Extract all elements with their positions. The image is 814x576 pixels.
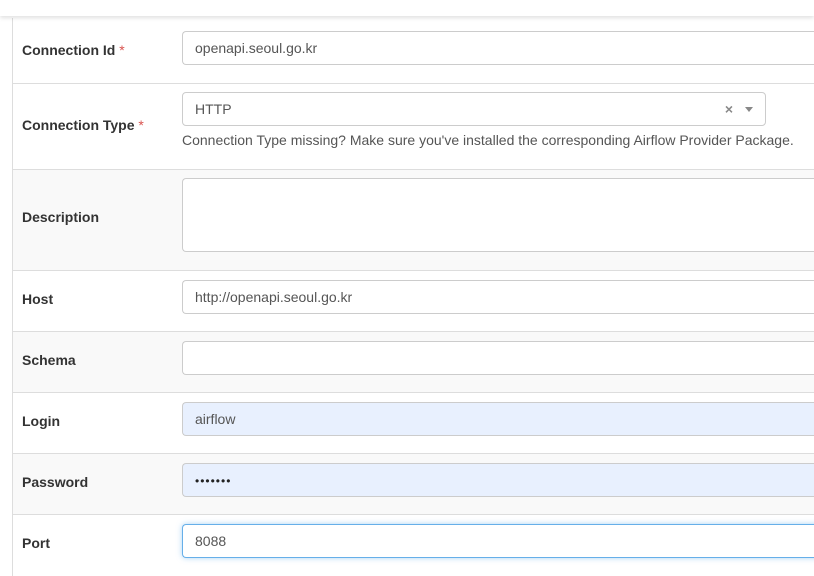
- schema-input[interactable]: [182, 341, 814, 375]
- clear-icon[interactable]: ×: [725, 93, 733, 125]
- password-label: Password: [22, 474, 89, 490]
- connection-type-selected-value: HTTP: [195, 101, 232, 117]
- chevron-down-icon[interactable]: [745, 107, 753, 112]
- host-label: Host: [22, 291, 54, 307]
- form-row-login: Login airflow: [13, 393, 814, 454]
- connection-type-help-text: Connection Type missing? Make sure you'v…: [182, 132, 794, 148]
- port-input[interactable]: 8088: [182, 524, 814, 558]
- required-marker: *: [138, 117, 144, 133]
- login-value: airflow: [195, 411, 236, 427]
- form-row-password: Password •••••••: [13, 454, 814, 515]
- form-row-connection-id: Connection Id * openapi.seoul.go.kr: [13, 18, 814, 84]
- connection-type-label-text: Connection Type: [22, 117, 135, 133]
- form-row-description: Description: [13, 170, 814, 271]
- required-marker: *: [119, 42, 125, 58]
- login-input[interactable]: airflow: [182, 402, 814, 436]
- connection-id-value: openapi.seoul.go.kr: [195, 40, 318, 56]
- connection-id-label-text: Connection Id: [22, 42, 116, 58]
- connection-form: Connection Id * openapi.seoul.go.kr Conn…: [12, 18, 814, 576]
- connection-id-input[interactable]: openapi.seoul.go.kr: [182, 31, 814, 65]
- login-label: Login: [22, 413, 61, 429]
- description-label: Description: [22, 209, 100, 225]
- port-value: 8088: [195, 533, 227, 549]
- form-row-port: Port 8088: [13, 515, 814, 576]
- password-input[interactable]: •••••••: [182, 463, 814, 497]
- connection-type-label: Connection Type *: [22, 117, 144, 133]
- description-textarea[interactable]: [182, 178, 814, 252]
- port-label: Port: [22, 535, 50, 551]
- password-value: •••••••: [195, 474, 232, 488]
- form-row-connection-type: Connection Type * HTTP × Connection Type…: [13, 84, 814, 170]
- schema-label: Schema: [22, 352, 76, 368]
- form-row-schema: Schema: [13, 332, 814, 393]
- host-input[interactable]: http://openapi.seoul.go.kr: [182, 280, 814, 314]
- form-row-host: Host http://openapi.seoul.go.kr: [13, 271, 814, 332]
- top-bar: [0, 0, 814, 16]
- connection-type-select[interactable]: HTTP ×: [182, 92, 766, 126]
- host-value: http://openapi.seoul.go.kr: [195, 289, 353, 305]
- connection-id-label: Connection Id *: [22, 42, 125, 58]
